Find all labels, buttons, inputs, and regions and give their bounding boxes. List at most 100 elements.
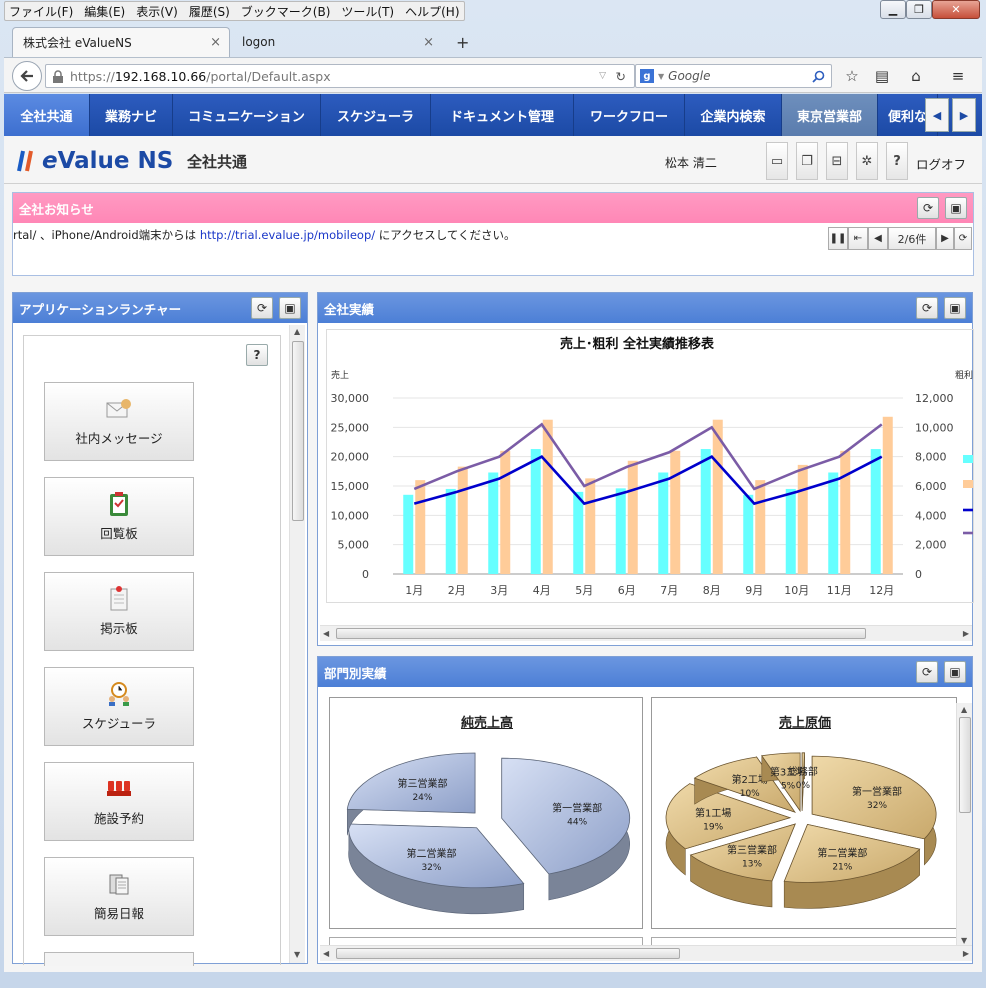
layout-button[interactable]: ▭ — [766, 142, 788, 180]
minimize-panel-button[interactable]: ▣ — [945, 197, 967, 219]
home-icon[interactable]: ⌂ — [906, 66, 926, 86]
bar-sales — [828, 472, 839, 574]
bar-sales — [445, 488, 456, 574]
scroll-left-icon[interactable]: ◀ — [323, 629, 329, 638]
y2-axis-label: 粗利 — [955, 369, 973, 381]
app-board[interactable]: 掲示板 — [44, 572, 194, 651]
menu-hamburger-icon[interactable]: ≡ — [948, 66, 968, 86]
y-tick-label: 5,000 — [338, 539, 370, 552]
launcher-scrollbar[interactable]: ▲ ▼ — [289, 325, 305, 963]
reload-icon[interactable]: ↻ — [616, 69, 626, 84]
notice-link[interactable]: http://trial.evalue.jp/mobileop/ — [200, 228, 375, 242]
nav-next-button[interactable]: ▶ — [952, 98, 976, 132]
bar-sales — [700, 449, 711, 574]
copy-button[interactable]: ❐ — [796, 142, 818, 180]
refresh-button[interactable]: ⟳ — [251, 297, 273, 319]
app-label: 回覧板 — [100, 526, 138, 541]
tab-evalue[interactable]: 株式会社 eValueNS × — [12, 27, 230, 57]
pie2-title: 売上原価 — [778, 716, 831, 731]
nav-scheduler[interactable]: スケジューラ — [321, 94, 431, 136]
next-icon: ▶ — [941, 233, 949, 244]
bar-sales — [615, 488, 626, 574]
logout-link[interactable]: ログオフ — [916, 154, 966, 173]
results-hscrollbar[interactable]: ◀ ▶ — [320, 625, 972, 641]
refresh-button[interactable]: ⟳ — [916, 297, 938, 319]
search-box[interactable]: g ▼ Google — [635, 64, 832, 88]
first-button[interactable]: ⇤ — [848, 227, 868, 250]
back-button[interactable] — [12, 61, 42, 91]
app-circular[interactable]: 回覧板 — [44, 477, 194, 556]
scroll-up-icon[interactable]: ▲ — [294, 327, 300, 336]
help-button[interactable]: ? — [886, 142, 908, 180]
dropdown-icon[interactable]: ▽ — [599, 71, 606, 81]
url-host: 192.168.10.66 — [114, 68, 207, 84]
menu-bookmarks[interactable]: ブックマーク(B) — [241, 3, 331, 20]
launcher-title-text: アプリケーションランチャー — [19, 301, 182, 317]
scrollbar-thumb[interactable] — [336, 628, 866, 639]
menu-tools[interactable]: ツール(T) — [341, 3, 394, 20]
refresh-button[interactable]: ⟳ — [916, 661, 938, 683]
nav-business-navi[interactable]: 業務ナビ — [90, 94, 173, 136]
prev-button[interactable]: ◀ — [868, 227, 888, 250]
settings-button[interactable]: ✲ — [856, 142, 878, 180]
scroll-right-icon[interactable]: ▶ — [963, 629, 969, 638]
menu-file[interactable]: ファイル(F) — [9, 3, 73, 20]
google-icon[interactable]: g — [640, 69, 654, 83]
minimize-panel-button[interactable]: ▣ — [944, 297, 966, 319]
tab-logon[interactable]: logon × — [232, 27, 442, 57]
refresh-button[interactable]: ⟳ — [917, 197, 939, 219]
bookmark-star-icon[interactable]: ☆ — [842, 66, 862, 86]
nav-document[interactable]: ドキュメント管理 — [431, 94, 574, 136]
nav-common[interactable]: 全社共通 — [4, 94, 90, 136]
scroll-up-icon[interactable]: ▲ — [961, 705, 967, 714]
nav-prev-button[interactable]: ◀ — [925, 98, 949, 132]
search-engine-dropdown-icon[interactable]: ▼ — [658, 72, 664, 81]
minimize-icon: ▁ — [888, 3, 898, 16]
search-icon[interactable] — [812, 70, 825, 83]
menu-view[interactable]: 表示(V) — [136, 3, 178, 20]
scrollbar-thumb[interactable] — [292, 341, 304, 521]
app-label: 施設予約 — [93, 811, 144, 826]
dept-hscrollbar[interactable]: ◀ ▶ — [320, 945, 972, 961]
page-title: 全社共通 — [187, 153, 248, 171]
close-tab-icon[interactable]: × — [423, 35, 434, 50]
pie-slice-value: 44% — [567, 817, 587, 827]
reload-button[interactable]: ⟳ — [954, 227, 972, 250]
x-tick-label: 3月 — [490, 584, 508, 597]
url-bar[interactable]: https://192.168.10.66/portal/Default.asp… — [45, 64, 635, 88]
next-button[interactable]: ▶ — [936, 227, 954, 250]
nav-workflow[interactable]: ワークフロー — [574, 94, 685, 136]
minimize-button[interactable]: ▁ — [880, 0, 906, 19]
close-tab-icon[interactable]: × — [210, 35, 221, 50]
close-window-button[interactable]: ✕ — [932, 0, 980, 19]
app-facility[interactable]: 施設予約 — [44, 762, 194, 841]
minimize-panel-button[interactable]: ▣ — [279, 297, 301, 319]
nav-enterprise-search[interactable]: 企業内検索 — [685, 94, 782, 136]
reading-list-icon[interactable]: ▤ — [872, 66, 892, 86]
inbox-button[interactable]: ⊟ — [826, 142, 848, 180]
maximize-button[interactable]: ❐ — [906, 0, 932, 19]
nav-communication[interactable]: コミュニケーション — [173, 94, 321, 136]
pie-slice-value: 5% — [781, 781, 796, 791]
dept-vscrollbar[interactable]: ▲ ▼ — [956, 703, 972, 947]
menu-history[interactable]: 履歴(S) — [189, 3, 230, 20]
app-message[interactable]: 社内メッセージ — [44, 382, 194, 461]
new-tab-button[interactable]: + — [446, 27, 476, 57]
launcher-help-button[interactable]: ? — [246, 344, 268, 366]
pie-slice-value: 21% — [832, 862, 852, 872]
scrollbar-thumb[interactable] — [336, 948, 680, 959]
scroll-right-icon[interactable]: ▶ — [963, 949, 969, 958]
scroll-down-icon[interactable]: ▼ — [961, 936, 967, 945]
scroll-down-icon[interactable]: ▼ — [294, 950, 300, 959]
menu-help[interactable]: ヘルプ(H) — [405, 3, 459, 20]
nav-tokyo-sales[interactable]: 東京営業部 — [782, 94, 878, 136]
app-daily-report[interactable]: 簡易日報 — [44, 857, 194, 936]
app-button-partial[interactable] — [44, 952, 194, 966]
scroll-left-icon[interactable]: ◀ — [323, 949, 329, 958]
scrollbar-thumb[interactable] — [959, 717, 971, 813]
menu-edit[interactable]: 編集(E) — [84, 3, 125, 20]
pause-button[interactable]: ❚❚ — [828, 227, 848, 250]
app-scheduler[interactable]: スケジューラ — [44, 667, 194, 746]
minimize-panel-button[interactable]: ▣ — [944, 661, 966, 683]
partial-chart-frame — [651, 937, 957, 945]
